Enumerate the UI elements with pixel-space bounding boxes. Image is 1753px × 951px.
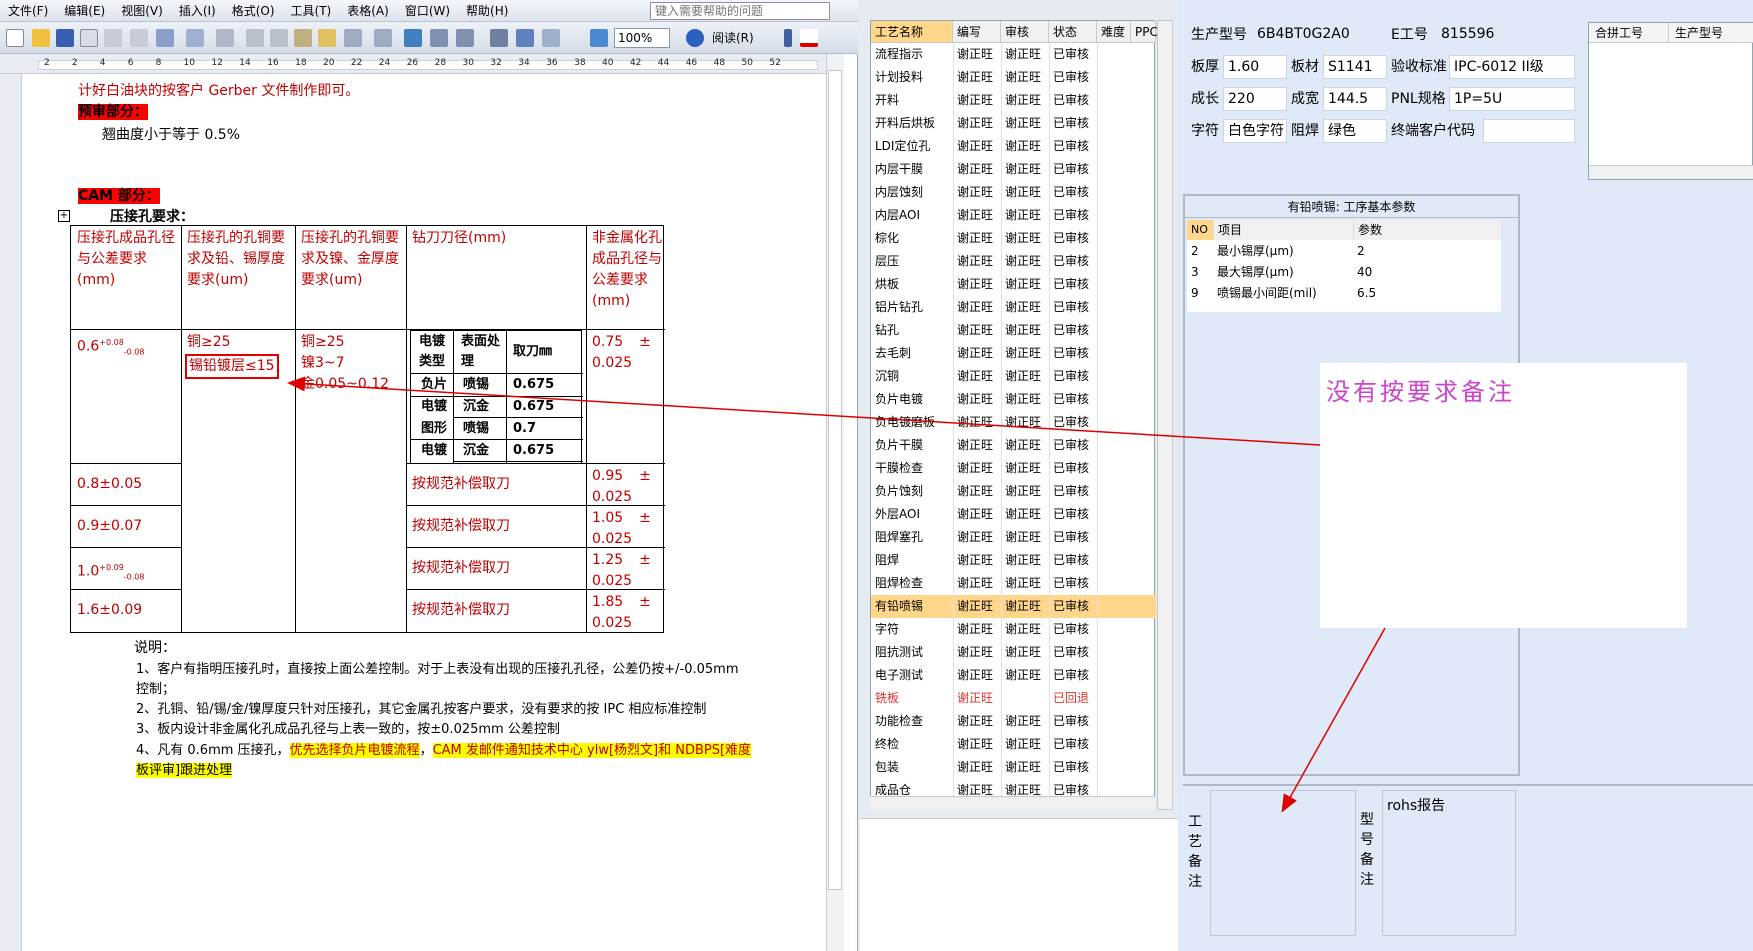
arrow-to-table bbox=[287, 376, 1321, 446]
annotation-arrows bbox=[287, 376, 1386, 813]
arrow-to-remark bbox=[1281, 627, 1386, 813]
